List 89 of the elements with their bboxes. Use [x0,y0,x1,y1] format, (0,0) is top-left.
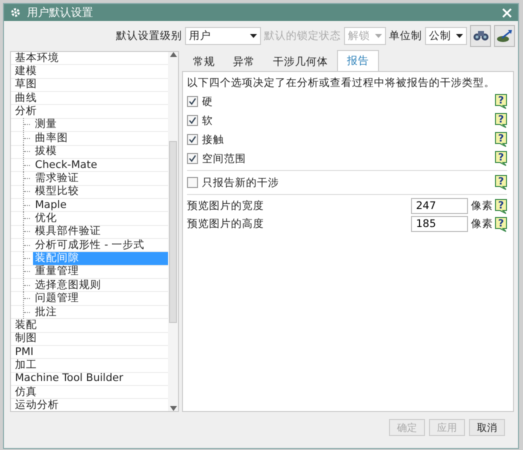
checkbox-label: 硬 [202,94,213,108]
tree-item[interactable]: 测量 [33,118,59,132]
dropdown: 解锁 [344,27,386,45]
close-icon[interactable] [502,8,512,18]
tree-item[interactable]: 模型比较 [33,185,81,198]
scroll-thumb[interactable] [169,140,177,322]
tree-item[interactable]: 分析 [13,105,39,118]
unit-label: 像素 [471,199,493,213]
tree-item[interactable]: 批注 [33,306,59,319]
dialog-button[interactable]: 取消 [469,419,505,436]
tree-item[interactable]: 曲率图 [33,132,70,145]
tree-line [23,212,33,225]
tree-item[interactable]: 曲线 [13,92,39,105]
help-icon[interactable]: ? [495,113,507,128]
help-icon[interactable]: ? [495,132,507,147]
tree-line [23,198,33,212]
tree-item[interactable]: 拔模 [33,145,59,158]
tree-item[interactable]: 问题管理 [33,292,81,306]
unit-label: 像素 [471,217,493,231]
number-field[interactable]: 247 [411,198,468,214]
tree-line [23,158,33,172]
tree-item[interactable]: 分析可成形性 - 一步式 [33,238,146,252]
tree-item[interactable]: 建模 [13,65,39,78]
up-arrow-icon[interactable] [170,52,176,57]
tree-line [23,306,33,319]
number-field[interactable]: 185 [411,216,468,232]
export-button[interactable] [494,25,515,47]
tree-item[interactable]: 装配 [13,318,39,332]
field-label: 默认的锁定状态 [264,29,341,43]
tree-line [23,132,33,145]
tree-item[interactable]: 优化 [33,212,59,225]
checkbox-label: 接触 [202,132,224,146]
help-icon[interactable]: ? [495,175,507,190]
field-label: 默认设置级别 [116,29,182,43]
tree-item[interactable]: 模具部件验证 [33,225,103,238]
dropdown[interactable]: 用户 [185,27,261,45]
caret-icon [250,34,257,38]
caret-icon [375,34,382,38]
tree-item[interactable]: 运动分析 [13,399,61,411]
help-icon[interactable]: ? [495,198,507,214]
tree-line [23,145,33,158]
gear-icon [10,7,21,18]
description-text: 以下四个选项决定了在分析或查看过程中将被报告的干涉类型。 [187,76,496,90]
tree-line [23,278,33,292]
caret-icon [456,34,463,38]
checkbox[interactable] [187,153,198,164]
field-label: 预览图片的宽度 [187,199,265,213]
tree-item[interactable]: 仿真 [13,386,39,399]
tree-line [23,265,33,278]
tree-line [23,225,33,238]
field-label: 单位制 [389,29,422,43]
field-label: 预览图片的高度 [187,217,265,231]
arrow-icon [496,29,512,43]
tab[interactable]: 报告 [337,50,379,71]
binoculars-button[interactable] [470,25,491,47]
down-arrow-icon[interactable] [170,406,176,411]
tree-item[interactable]: Check-Mate [33,158,100,172]
tree-item[interactable]: 制图 [13,332,39,346]
tree-line [23,185,33,198]
tab[interactable]: 常规 [184,53,224,71]
checkbox[interactable] [187,96,198,107]
tree-item[interactable]: 加工 [13,358,39,372]
help-icon[interactable]: ? [495,151,507,166]
tree-item[interactable]: 选择意图规则 [33,278,103,292]
tab[interactable]: 干涉几何体 [264,53,337,71]
help-icon[interactable]: ? [495,94,507,109]
checkbox-label: 软 [202,114,213,128]
tree-item[interactable]: 草图 [13,78,39,92]
binoculars-icon [472,30,488,42]
tree-line [23,118,33,132]
checkbox-label: 只报告新的干涉 [202,176,279,190]
tree-item[interactable]: PMI [13,346,36,359]
tree-item[interactable]: 需求验证 [33,172,81,185]
tree-item[interactable]: 重量管理 [33,265,81,278]
tree-line [23,238,33,252]
checkbox[interactable] [187,115,198,126]
tree-item[interactable]: 基本环境 [13,52,61,65]
tree-line [23,292,33,306]
tab[interactable]: 异常 [224,53,264,71]
checkbox-label: 空间范围 [202,152,246,166]
tree-item[interactable]: Machine Tool Builder [13,372,126,386]
window-title: 用户默认设置 [27,5,94,20]
scrollbar[interactable] [168,52,178,411]
tree-line [23,172,33,185]
dropdown[interactable]: 公制 [425,27,467,45]
help-icon[interactable]: ? [495,216,507,232]
tree-item[interactable]: Maple [33,198,69,212]
checkbox[interactable] [187,177,198,188]
checkbox[interactable] [187,134,198,145]
